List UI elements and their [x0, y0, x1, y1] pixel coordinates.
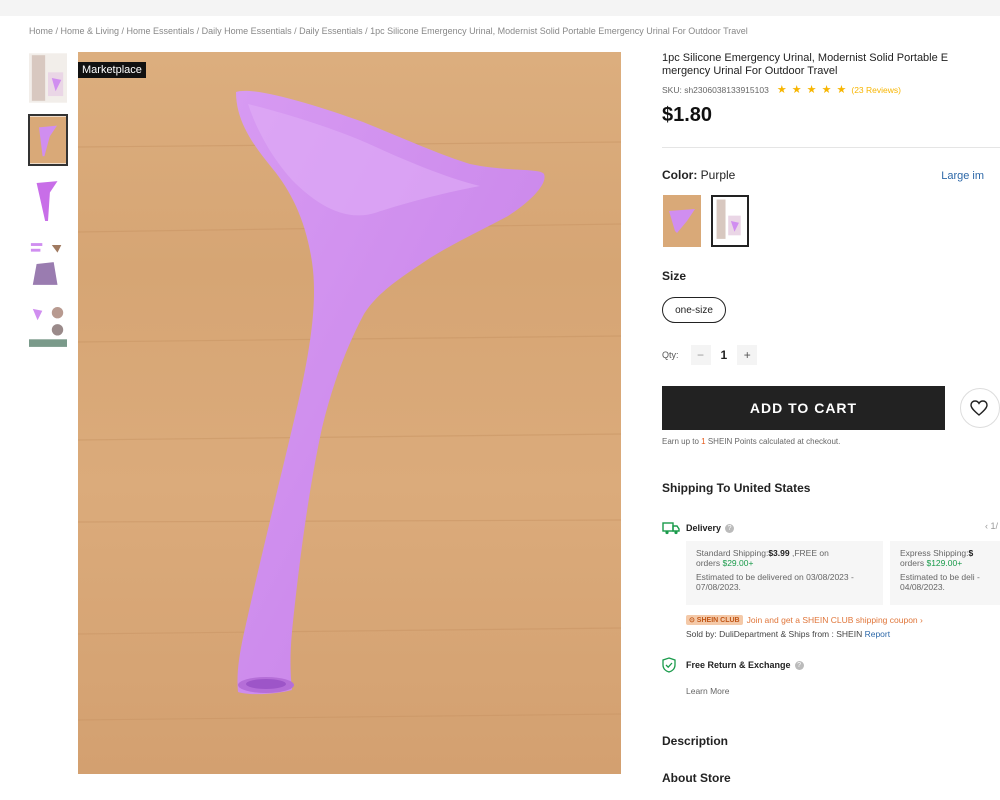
delivery-help-icon[interactable]: ?: [725, 523, 735, 533]
divider: [662, 147, 1000, 148]
qty-minus-button[interactable]: −: [690, 345, 711, 365]
shein-club-row[interactable]: ⊙ SHEIN CLUB Join and get a SHEIN CLUB s…: [686, 615, 923, 625]
qty-value[interactable]: 1: [721, 348, 728, 362]
main-product-image[interactable]: Marketplace: [78, 52, 621, 774]
standard-prefix: Standard Shipping:: [696, 548, 769, 558]
express-orders: orders: [900, 558, 927, 568]
shipping-title: Shipping To United States: [662, 481, 811, 495]
express-estimate: Estimated to be deli - 04/08/2023.: [900, 572, 980, 592]
standard-orders: orders: [696, 558, 723, 568]
report-link[interactable]: Report: [865, 629, 891, 639]
standard-line1: Standard Shipping:$3.99 ,FREE on: [696, 548, 877, 558]
points-number: 1: [701, 437, 706, 446]
express-price: $: [968, 548, 974, 558]
product-info-panel: 1pc Silicone Emergency Urinal, Modernist…: [662, 52, 1000, 127]
points-suffix: SHEIN Points calculated at checkout.: [707, 437, 841, 446]
rating-stars-icon: ★ ★ ★ ★ ★: [776, 84, 848, 96]
product-title: 1pc Silicone Emergency Urinal, Modernist…: [662, 52, 949, 77]
qty-plus-button[interactable]: +: [737, 345, 758, 365]
standard-estimate: Estimated to be delivered on 03/08/2023 …: [696, 572, 854, 592]
learn-more-link[interactable]: Learn More: [686, 686, 729, 696]
wishlist-button[interactable]: [960, 388, 1000, 428]
product-photo: [78, 52, 621, 774]
color-label: Color:: [662, 168, 698, 182]
top-bar: [0, 0, 1000, 16]
points-note: Earn up to 1 SHEIN Points calculated at …: [662, 437, 840, 446]
color-selector-header: Color: Purple Large im: [662, 168, 1000, 182]
thumbnail-list: [28, 52, 70, 362]
express-shipping-card: Express Shipping:$ orders $129.00+ Estim…: [890, 541, 1000, 605]
color-swatch-purple[interactable]: [663, 195, 701, 247]
shein-club-badge: ⊙ SHEIN CLUB: [686, 615, 743, 625]
delivery-row: Delivery ? ‹ 1/: [662, 521, 1000, 535]
color-swatch-alt[interactable]: [711, 195, 749, 247]
free-return-row: Free Return & Exchange ?: [662, 657, 804, 673]
free-return-help-icon[interactable]: ?: [794, 660, 804, 670]
delivery-label: Delivery: [686, 523, 722, 533]
shipping-pager[interactable]: ‹ 1/: [985, 521, 998, 531]
thumbnail-1[interactable]: [28, 52, 68, 104]
truck-icon: [662, 522, 680, 535]
shein-club-link[interactable]: Join and get a SHEIN CLUB shipping coupo…: [747, 615, 923, 625]
standard-suffix: ,FREE on: [789, 548, 829, 558]
standard-line2: orders $29.00+: [696, 558, 877, 568]
express-prefix: Express Shipping:: [900, 548, 969, 558]
thumbnail-2[interactable]: [28, 114, 68, 166]
free-return-label: Free Return & Exchange: [686, 660, 791, 670]
sku-text: SKU: sh2306038133915103: [662, 84, 769, 95]
standard-shipping-card: Standard Shipping:$3.99 ,FREE on orders …: [686, 541, 883, 605]
heart-icon: [970, 400, 988, 416]
qty-label: Qty:: [662, 350, 679, 360]
sku-row: SKU: sh2306038133915103 ★ ★ ★ ★ ★ (23 Re…: [662, 83, 1000, 96]
about-store-section[interactable]: About Store: [662, 771, 731, 785]
thumbnail-3[interactable]: [28, 176, 68, 228]
color-value: Purple: [700, 168, 736, 182]
reviews-link[interactable]: (23 Reviews): [851, 85, 901, 95]
thumbnail-5[interactable]: [28, 300, 68, 352]
product-price: $1.80: [662, 104, 713, 126]
standard-price: $3.99: [768, 548, 790, 558]
quantity-stepper: Qty: − 1 +: [662, 345, 758, 365]
express-line1: Express Shipping:$: [900, 548, 994, 558]
sold-by: Sold by: DuliDepartment & Ships from : S…: [686, 629, 890, 639]
express-threshold: $129.00+: [926, 558, 963, 568]
size-option-one-size[interactable]: one-size: [662, 297, 726, 323]
add-to-cart-button[interactable]: ADD TO CART: [662, 386, 945, 430]
points-prefix: Earn up to: [662, 437, 699, 446]
shield-check-icon: [662, 657, 676, 673]
express-line2: orders $129.00+: [900, 558, 994, 568]
description-section[interactable]: Description: [662, 734, 728, 748]
breadcrumb[interactable]: Home / Home & Living / Home Essentials /…: [29, 26, 748, 36]
marketplace-badge: Marketplace: [78, 62, 146, 78]
size-label: Size: [662, 269, 687, 283]
standard-threshold: $29.00+: [722, 558, 754, 568]
sold-by-text: Sold by: DuliDepartment & Ships from : S…: [686, 629, 863, 639]
thumbnail-4[interactable]: [28, 238, 68, 290]
large-image-link[interactable]: Large im: [941, 170, 984, 182]
